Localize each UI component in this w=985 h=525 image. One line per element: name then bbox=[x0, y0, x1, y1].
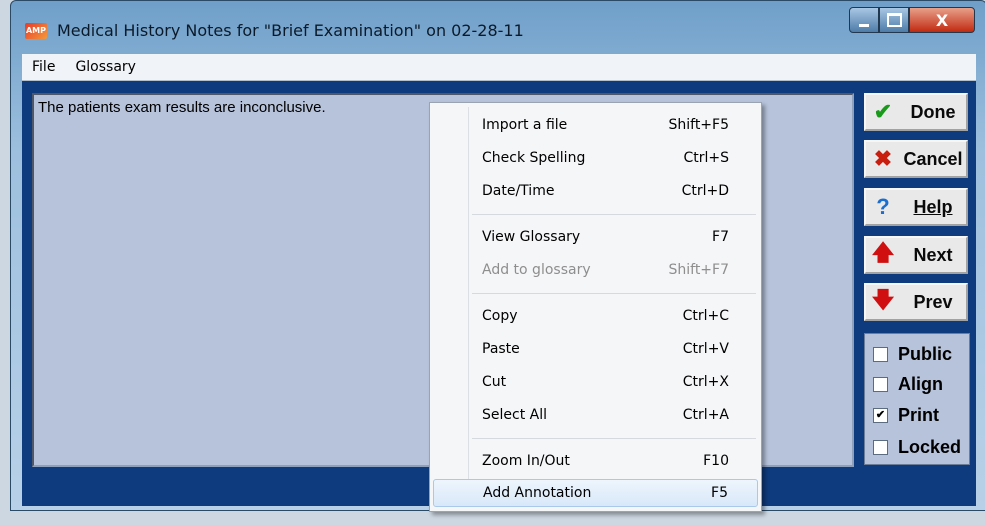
menu-item-paste[interactable]: Paste Ctrl+V bbox=[433, 335, 758, 363]
menu-item-shortcut: Shift+F7 bbox=[668, 262, 729, 278]
options-panel: Public Align ✔ Print Locked bbox=[864, 333, 970, 465]
cancel-button[interactable]: ✖ Cancel bbox=[864, 140, 968, 178]
maximize-icon bbox=[886, 13, 902, 27]
checkbox-public[interactable]: Public bbox=[873, 344, 952, 365]
menu-file[interactable]: File bbox=[22, 59, 65, 75]
done-button[interactable]: ✔ Done bbox=[864, 93, 968, 131]
arrow-down-icon: 🡇 bbox=[871, 287, 895, 312]
menu-item-shortcut: Ctrl+S bbox=[683, 150, 729, 166]
prev-button[interactable]: 🡇 Prev bbox=[864, 283, 968, 321]
checkmark-icon: ✔ bbox=[873, 99, 893, 124]
checkbox-public-label: Public bbox=[898, 344, 953, 364]
menu-item-label: Paste bbox=[482, 341, 520, 357]
done-label: Done bbox=[910, 101, 956, 122]
checkbox-locked-label: Locked bbox=[898, 437, 962, 457]
checkbox-print-box[interactable]: ✔ bbox=[873, 408, 888, 423]
menu-item-date-time[interactable]: Date/Time Ctrl+D bbox=[433, 177, 758, 205]
menu-item-label: Import a file bbox=[482, 117, 568, 133]
question-icon: ? bbox=[876, 194, 890, 219]
menu-item-label: Add to glossary bbox=[482, 262, 591, 278]
menu-item-check-spelling[interactable]: Check Spelling Ctrl+S bbox=[433, 144, 758, 172]
menu-item-label: Cut bbox=[482, 374, 507, 390]
menu-separator bbox=[472, 214, 756, 215]
checkbox-locked[interactable]: Locked bbox=[873, 437, 961, 458]
menu-item-cut[interactable]: Cut Ctrl+X bbox=[433, 368, 758, 396]
menu-item-shortcut: Shift+F5 bbox=[668, 117, 729, 133]
x-icon: ✖ bbox=[873, 146, 893, 171]
menu-item-shortcut: F10 bbox=[703, 453, 729, 469]
menu-item-shortcut: Ctrl+A bbox=[682, 407, 729, 423]
menu-item-label: View Glossary bbox=[482, 229, 581, 245]
menu-item-label: Select All bbox=[482, 407, 547, 423]
menu-separator bbox=[472, 293, 756, 294]
help-button[interactable]: ? Help bbox=[864, 188, 968, 226]
title-bar[interactable]: AMP Medical History Notes for "Brief Exa… bbox=[11, 1, 985, 51]
menu-item-label: Zoom In/Out bbox=[482, 453, 570, 469]
checkbox-locked-box[interactable] bbox=[873, 440, 888, 455]
app-logo-icon: AMP bbox=[25, 23, 47, 39]
menu-item-view-glossary[interactable]: View Glossary F7 bbox=[433, 223, 758, 251]
checkbox-align-box[interactable] bbox=[873, 377, 888, 392]
menu-bar: File Glossary bbox=[22, 54, 976, 81]
checkbox-public-box[interactable] bbox=[873, 347, 888, 362]
minimize-icon bbox=[859, 23, 869, 27]
checkbox-print-label: Print bbox=[898, 405, 940, 425]
checkbox-align-label: Align bbox=[898, 374, 943, 394]
menu-separator bbox=[472, 438, 756, 439]
menu-item-copy[interactable]: Copy Ctrl+C bbox=[433, 302, 758, 330]
menu-glossary[interactable]: Glossary bbox=[65, 59, 146, 75]
close-icon: X bbox=[935, 10, 949, 30]
menu-item-shortcut: Ctrl+D bbox=[681, 183, 729, 199]
prev-label: Prev bbox=[913, 291, 953, 312]
minimize-button[interactable] bbox=[849, 7, 879, 33]
cancel-label: Cancel bbox=[903, 148, 963, 169]
next-label: Next bbox=[913, 244, 953, 265]
help-label: Help bbox=[913, 196, 953, 217]
menu-item-label: Add Annotation bbox=[483, 485, 592, 501]
menu-item-label: Check Spelling bbox=[482, 150, 586, 166]
maximize-button[interactable] bbox=[879, 7, 909, 33]
menu-item-shortcut: Ctrl+X bbox=[682, 374, 729, 390]
arrow-up-icon: 🡅 bbox=[871, 240, 895, 265]
menu-item-zoom[interactable]: Zoom In/Out F10 bbox=[433, 447, 758, 475]
menu-item-add-annotation[interactable]: Add Annotation F5 bbox=[433, 479, 758, 507]
window-title: Medical History Notes for "Brief Examina… bbox=[57, 21, 524, 40]
checkbox-align[interactable]: Align bbox=[873, 374, 943, 395]
menu-item-label: Date/Time bbox=[482, 183, 555, 199]
notes-text: The patients exam results are inconclusi… bbox=[38, 99, 326, 116]
checkbox-print[interactable]: ✔ Print bbox=[873, 405, 939, 426]
close-button[interactable]: X bbox=[909, 7, 975, 33]
menu-item-select-all[interactable]: Select All Ctrl+A bbox=[433, 401, 758, 429]
menu-item-add-to-glossary: Add to glossary Shift+F7 bbox=[433, 256, 758, 284]
menu-item-import-file[interactable]: Import a file Shift+F5 bbox=[433, 111, 758, 139]
context-menu: Import a file Shift+F5 Check Spelling Ct… bbox=[429, 102, 762, 512]
menu-item-label: Copy bbox=[482, 308, 518, 324]
menu-item-shortcut: Ctrl+C bbox=[682, 308, 729, 324]
menu-item-shortcut: F7 bbox=[712, 229, 729, 245]
next-button[interactable]: 🡅 Next bbox=[864, 236, 968, 274]
menu-item-shortcut: Ctrl+V bbox=[682, 341, 729, 357]
menu-item-shortcut: F5 bbox=[711, 485, 728, 501]
